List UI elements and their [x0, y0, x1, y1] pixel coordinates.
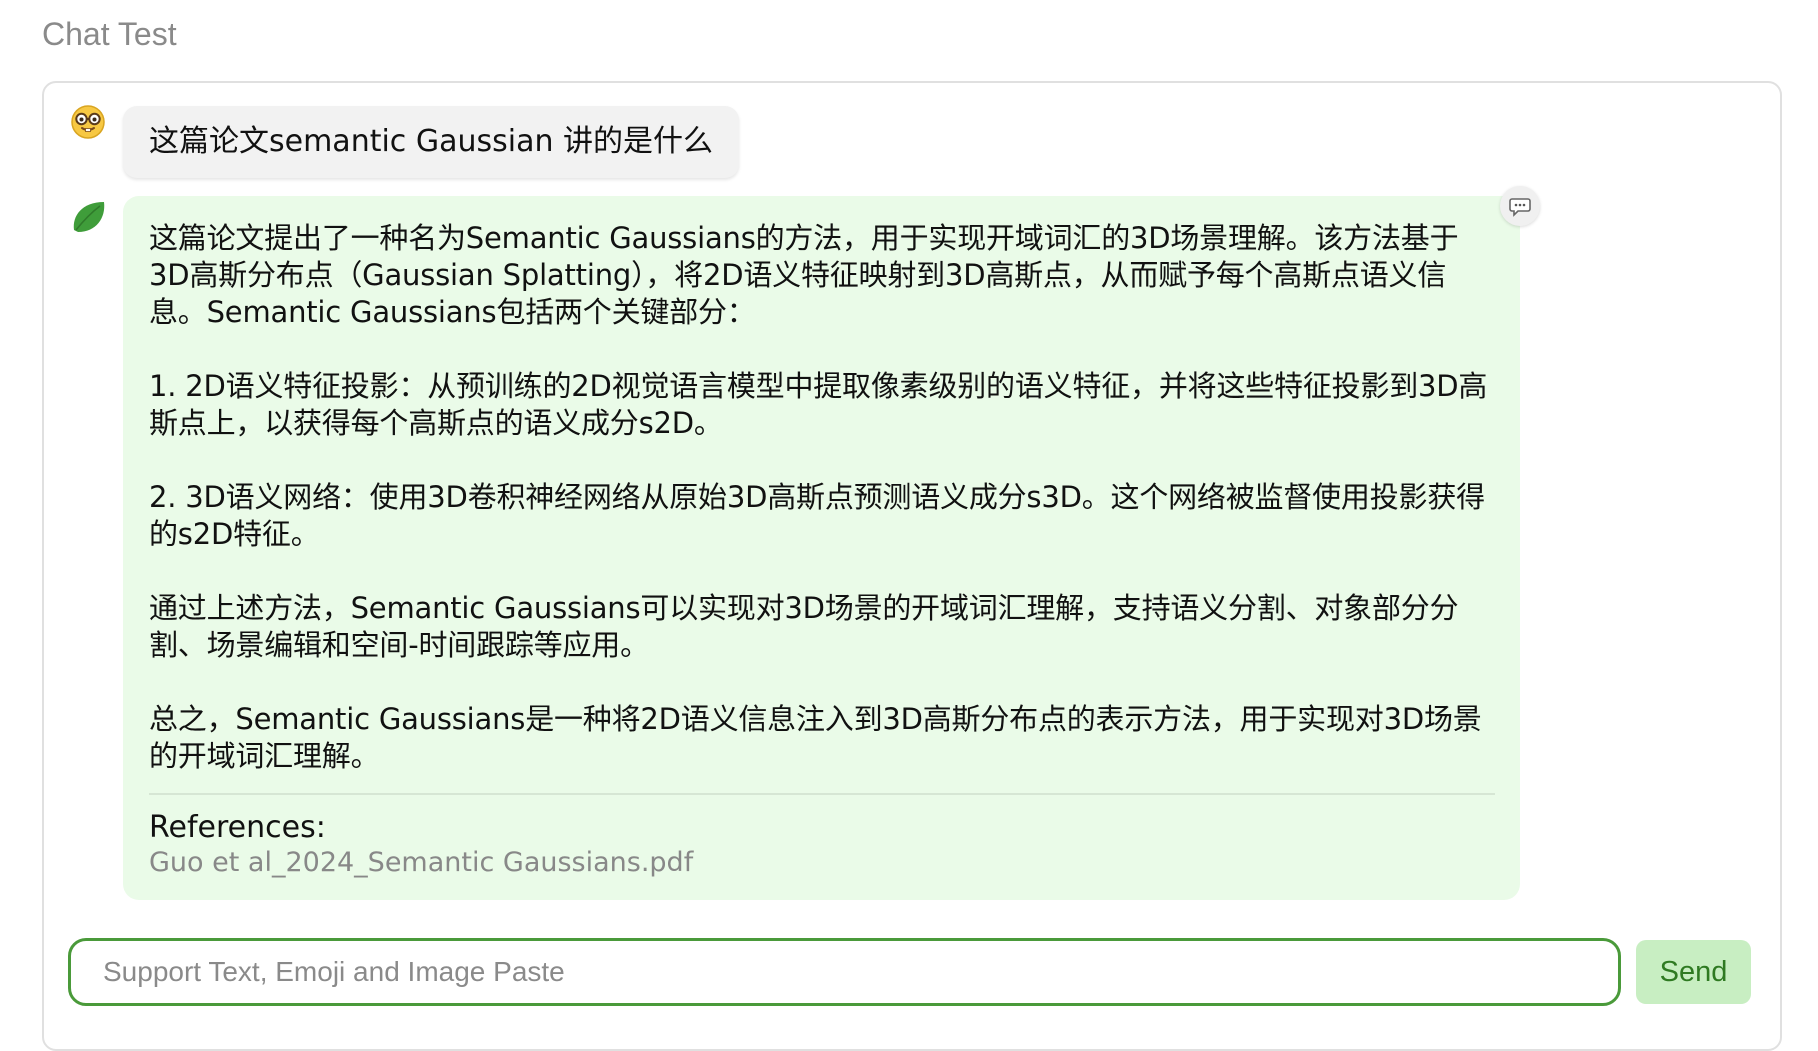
references-heading: References: [149, 810, 326, 845]
assistant-paragraph-point-1: 1. 2D语义特征投影：从预训练的2D视觉语言模型中提取像素级别的语义特征，并将… [149, 369, 1488, 440]
user-message-bubble: 这篇论文semantic Gaussian 讲的是什么 [123, 106, 740, 178]
assistant-paragraph-point-2: 2. 3D语义网络：使用3D卷积神经网络从原始3D高斯点预测语义成分s3D。这个… [149, 480, 1485, 551]
speech-bubble-icon[interactable] [1500, 186, 1540, 226]
send-button[interactable]: Send [1636, 940, 1751, 1004]
green-leaf-icon [68, 196, 110, 238]
references-divider [149, 793, 1495, 795]
assistant-paragraph-intro: 这篇论文提出了一种名为Semantic Gaussians的方法，用于实现开域词… [149, 221, 1459, 329]
assistant-message-bubble: 这篇论文提出了一种名为Semantic Gaussians的方法，用于实现开域词… [123, 196, 1520, 900]
user-message-text: 这篇论文semantic Gaussian 讲的是什么 [149, 124, 714, 159]
assistant-paragraph-applications: 通过上述方法，Semantic Gaussians可以实现对3D场景的开域词汇理… [149, 591, 1459, 662]
reference-file-link[interactable]: Guo et al_2024_Semantic Gaussians.pdf [149, 845, 1495, 881]
assistant-paragraph-summary: 总之，Semantic Gaussians是一种将2D语义信息注入到3D高斯分布… [149, 702, 1482, 773]
nerd-face-emoji-icon [70, 104, 106, 140]
message-input[interactable] [68, 938, 1621, 1006]
page-title: Chat Test [42, 16, 177, 52]
